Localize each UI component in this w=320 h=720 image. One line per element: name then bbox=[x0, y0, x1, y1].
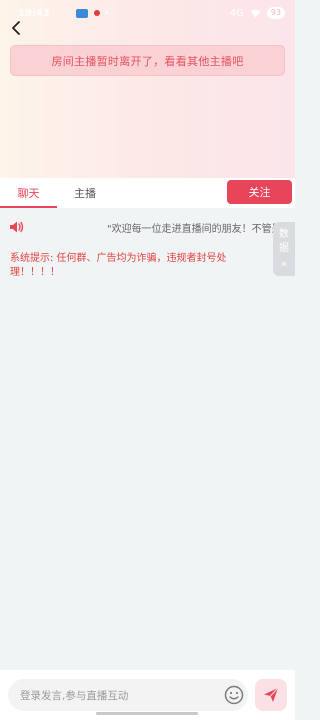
home-indicator bbox=[96, 712, 198, 715]
send-button[interactable] bbox=[255, 679, 287, 711]
battery-indicator: 93 bbox=[266, 7, 285, 19]
tab-bar: 聊天 主播 关注 bbox=[0, 178, 295, 208]
location-icon bbox=[93, 10, 100, 16]
status-dot: • bbox=[103, 7, 110, 19]
smiley-icon[interactable] bbox=[224, 685, 244, 705]
hero-background bbox=[0, 0, 295, 178]
app-notification-icon bbox=[75, 8, 88, 18]
speaker-icon bbox=[10, 221, 24, 233]
status-time: 19:43 bbox=[18, 7, 50, 19]
chat-area: "欢迎每一位走进直播间的朋友！不管是老朋友 系统提示: 任何群、广告均为诈骗，违… bbox=[0, 208, 295, 670]
signal-label: 4G bbox=[229, 7, 244, 19]
chat-input[interactable]: 登录发言,参与直播互动 bbox=[8, 679, 248, 711]
tab-host[interactable]: 主播 bbox=[60, 178, 110, 208]
double-chevron-left-icon: « bbox=[280, 257, 288, 270]
data-side-tab[interactable]: 数 据 « bbox=[273, 222, 295, 276]
data-side-tab-char-2: 据 bbox=[279, 243, 289, 254]
chat-input-placeholder: 登录发言,参与直播互动 bbox=[20, 690, 129, 702]
system-tip: 系统提示: 任何群、广告均为诈骗，违规者封号处理！！！！ bbox=[10, 253, 227, 278]
wifi-icon bbox=[250, 9, 261, 17]
tab-host-label: 主播 bbox=[74, 187, 96, 200]
tab-chat[interactable]: 聊天 bbox=[0, 178, 57, 208]
status-right: 4G 93 bbox=[230, 7, 285, 19]
follow-button[interactable]: 关注 bbox=[227, 180, 292, 204]
send-icon bbox=[264, 687, 279, 702]
announcement-marquee: "欢迎每一位走进直播间的朋友！不管是老朋友 bbox=[0, 218, 295, 236]
host-away-notice: 房间主播暂时离开了，看看其他主播吧 bbox=[10, 45, 285, 76]
announcement-text: "欢迎每一位走进直播间的朋友！不管是老朋友 bbox=[107, 224, 295, 235]
back-button[interactable] bbox=[6, 18, 26, 38]
data-side-tab-char-1: 数 bbox=[279, 229, 289, 240]
chevron-left-icon bbox=[12, 21, 20, 35]
status-bar: 19:43 • 4G 93 bbox=[0, 0, 295, 26]
tab-chat-label: 聊天 bbox=[17, 187, 40, 200]
